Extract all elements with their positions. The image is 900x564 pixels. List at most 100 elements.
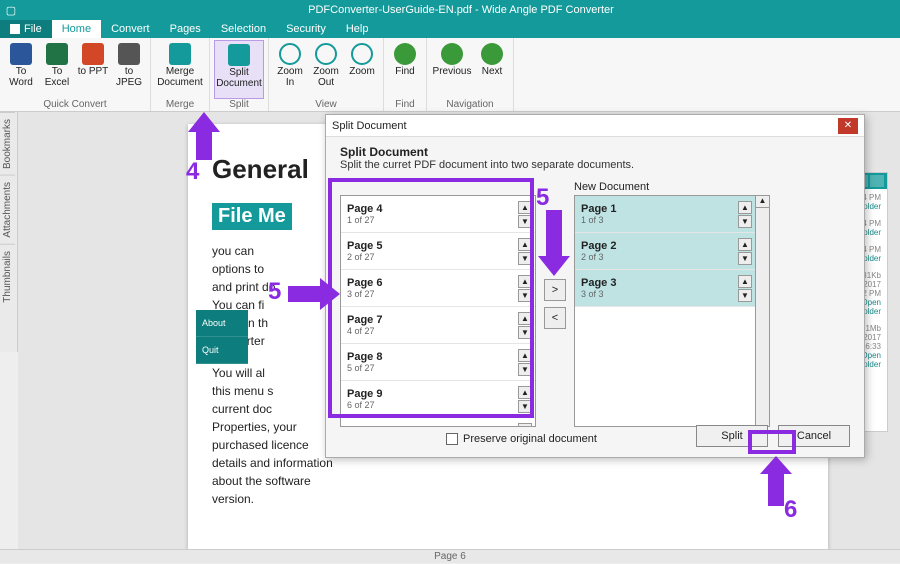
- move-down-icon[interactable]: ▼: [518, 400, 532, 413]
- ribbon-group-quickconvert-label: Quick Convert: [4, 99, 146, 111]
- move-down-icon[interactable]: ▼: [518, 289, 532, 302]
- ribbon-prev-label: Previous: [433, 67, 472, 78]
- ribbon-merge[interactable]: Merge Document: [155, 40, 205, 99]
- ribbon-group-merge-label: Merge: [155, 99, 205, 111]
- move-up-icon[interactable]: ▲: [518, 201, 532, 214]
- ribbon-to-word-label: To Word: [4, 67, 38, 88]
- ribbon: To Word To Excel to PPT to JPEG Quick Co…: [0, 38, 900, 112]
- move-up-icon[interactable]: ▲: [518, 275, 532, 288]
- ribbon-zoom-label: Zoom: [349, 67, 375, 78]
- sidetab-thumbnails[interactable]: Thumbnails: [0, 244, 15, 309]
- cancel-button[interactable]: Cancel: [778, 425, 850, 447]
- menu-selection[interactable]: Selection: [211, 20, 276, 38]
- dialog-close-button[interactable]: ✕: [838, 118, 858, 134]
- new-document-label: New Document: [574, 181, 770, 193]
- ribbon-group-find: Find Find: [384, 38, 427, 111]
- menu-convert[interactable]: Convert: [101, 20, 160, 38]
- split-document-dialog: Split Document ✕ Split Document Split th…: [325, 114, 865, 458]
- current-list-item[interactable]: Page 41 of 27▲▼: [341, 196, 535, 233]
- move-down-icon[interactable]: ▼: [738, 215, 752, 228]
- move-down-icon[interactable]: ▼: [518, 363, 532, 376]
- move-down-icon[interactable]: ▼: [518, 326, 532, 339]
- ribbon-to-jpeg[interactable]: to JPEG: [112, 40, 146, 99]
- move-up-icon[interactable]: ▲: [518, 238, 532, 251]
- window-title: PDFConverter-UserGuide-EN.pdf - Wide Ang…: [22, 4, 900, 16]
- current-list-item[interactable]: Page 85 of 27▲▼: [341, 344, 535, 381]
- close-icon[interactable]: [870, 175, 884, 187]
- move-down-icon[interactable]: ▼: [738, 252, 752, 265]
- menu-pages[interactable]: Pages: [160, 20, 211, 38]
- move-up-icon[interactable]: ▲: [518, 423, 532, 428]
- ribbon-zoom-in[interactable]: Zoom In: [273, 40, 307, 99]
- ribbon-zoom-out[interactable]: Zoom Out: [309, 40, 343, 99]
- dialog-subheading: Split the curret PDF document into two s…: [340, 159, 850, 171]
- ribbon-group-split: Split Document Split: [210, 38, 269, 111]
- ribbon-group-navigation: Previous Next Navigation: [427, 38, 514, 111]
- menu-strip: File Home Convert Pages Selection Securi…: [0, 20, 900, 38]
- move-left-button[interactable]: <: [544, 307, 566, 329]
- move-down-icon[interactable]: ▼: [518, 215, 532, 228]
- file-side-about[interactable]: About: [196, 310, 248, 337]
- preserve-original-checkbox[interactable]: Preserve original document: [446, 433, 597, 445]
- current-list-item[interactable]: Page 63 of 27▲▼: [341, 270, 535, 307]
- current-list-item[interactable]: Page 10▲▼: [341, 418, 535, 427]
- split-button[interactable]: Split: [696, 425, 768, 447]
- status-page: Page 6: [434, 551, 466, 562]
- ribbon-prev[interactable]: Previous: [431, 40, 473, 99]
- ribbon-find-label: Find: [395, 67, 414, 78]
- preserve-original-label: Preserve original document: [463, 433, 597, 445]
- current-list-item[interactable]: Page 74 of 27▲▼: [341, 307, 535, 344]
- move-up-icon[interactable]: ▲: [518, 349, 532, 362]
- move-up-icon[interactable]: ▲: [738, 275, 752, 288]
- ribbon-to-ppt[interactable]: to PPT: [76, 40, 110, 99]
- sidetab-bookmarks[interactable]: Bookmarks: [0, 112, 15, 175]
- move-right-button[interactable]: >: [544, 279, 566, 301]
- new-list-scrollbar[interactable]: ▲: [756, 195, 770, 427]
- page-subheading: File Me: [212, 203, 292, 230]
- ribbon-group-quickconvert: To Word To Excel to PPT to JPEG Quick Co…: [0, 38, 151, 111]
- ribbon-zoom[interactable]: Zoom: [345, 40, 379, 99]
- ribbon-group-view: Zoom In Zoom Out Zoom View: [269, 38, 384, 111]
- ribbon-to-jpeg-label: to JPEG: [112, 67, 146, 88]
- move-up-icon[interactable]: ▲: [518, 312, 532, 325]
- menu-file[interactable]: File: [0, 20, 52, 38]
- current-list-item[interactable]: Page 52 of 27▲▼: [341, 233, 535, 270]
- dialog-titlebar[interactable]: Split Document ✕: [326, 115, 864, 137]
- new-list-item[interactable]: Page 22 of 3▲▼: [575, 233, 755, 270]
- move-down-icon[interactable]: ▼: [738, 289, 752, 302]
- ribbon-split[interactable]: Split Document: [214, 40, 264, 99]
- new-document-list[interactable]: Page 11 of 3▲▼Page 22 of 3▲▼Page 33 of 3…: [574, 195, 756, 427]
- file-side-quit[interactable]: Quit: [196, 337, 248, 364]
- menu-security[interactable]: Security: [276, 20, 336, 38]
- ribbon-to-word[interactable]: To Word: [4, 40, 38, 99]
- ribbon-next[interactable]: Next: [475, 40, 509, 99]
- sidetab-attachments[interactable]: Attachments: [0, 175, 15, 244]
- ribbon-zoom-in-label: Zoom In: [273, 67, 307, 88]
- move-up-icon[interactable]: ▲: [738, 201, 752, 214]
- ribbon-group-find-label: Find: [388, 99, 422, 111]
- new-list-item[interactable]: Page 33 of 3▲▼: [575, 270, 755, 307]
- ribbon-group-navigation-label: Navigation: [431, 99, 509, 111]
- ribbon-find[interactable]: Find: [388, 40, 422, 99]
- move-up-icon[interactable]: ▲: [738, 238, 752, 251]
- status-bar: Page 6: [0, 549, 900, 563]
- dialog-heading: Split Document: [340, 145, 850, 159]
- new-list-item[interactable]: Page 11 of 3▲▼: [575, 196, 755, 233]
- dialog-title: Split Document: [332, 120, 838, 132]
- current-document-list[interactable]: Page 41 of 27▲▼Page 52 of 27▲▼Page 63 of…: [340, 195, 536, 427]
- ribbon-to-excel[interactable]: To Excel: [40, 40, 74, 99]
- ribbon-to-ppt-label: to PPT: [78, 67, 109, 78]
- window-titlebar: ▢ PDFConverter-UserGuide-EN.pdf - Wide A…: [0, 0, 900, 20]
- side-tabs: Bookmarks Attachments Thumbnails: [0, 112, 18, 352]
- ribbon-merge-label: Merge Document: [155, 67, 205, 88]
- menu-help[interactable]: Help: [336, 20, 379, 38]
- menu-home[interactable]: Home: [52, 20, 101, 38]
- move-down-icon[interactable]: ▼: [518, 252, 532, 265]
- move-up-icon[interactable]: ▲: [518, 386, 532, 399]
- ribbon-group-merge: Merge Document Merge: [151, 38, 210, 111]
- ribbon-group-view-label: View: [273, 99, 379, 111]
- current-list-item[interactable]: Page 96 of 27▲▼: [341, 381, 535, 418]
- app-icon: ▢: [0, 4, 22, 17]
- checkbox-icon: [446, 433, 458, 445]
- ribbon-split-label: Split Document: [215, 68, 263, 89]
